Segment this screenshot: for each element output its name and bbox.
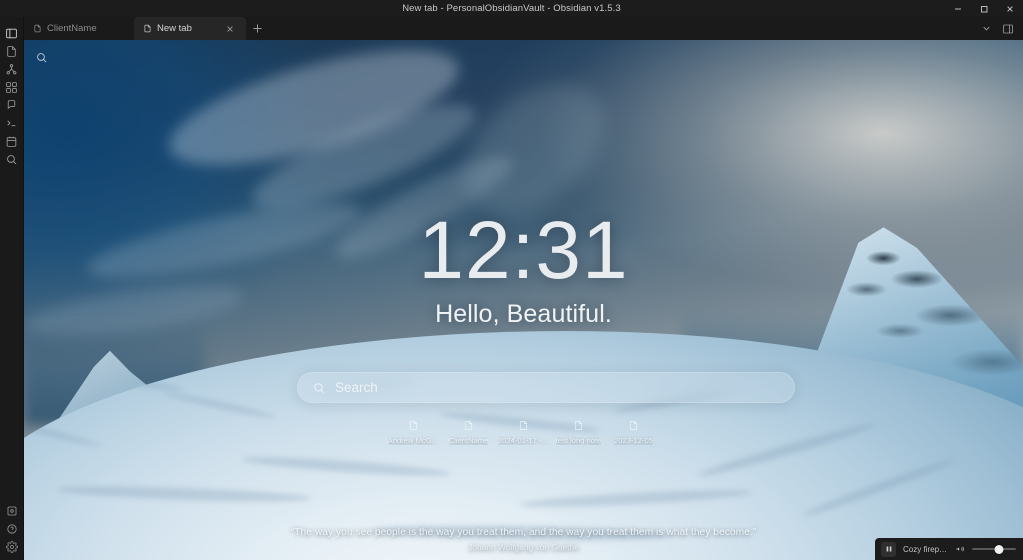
ribbon-item-open-calendar[interactable] [0,132,24,150]
recent-file-item[interactable]: test long note [551,418,606,445]
recent-file-item[interactable]: Andrew McG… [386,418,441,445]
file-icon [573,418,584,433]
close-button[interactable] [997,0,1023,17]
obsidian-window: New tab - PersonalObsidianVault - Obsidi… [0,0,1023,560]
ribbon-bottom-items [0,502,24,560]
ribbon-item-toggle-left-sidebar[interactable] [0,24,24,42]
tab-label: New tab [157,23,192,34]
pause-icon[interactable] [881,541,896,557]
left-ribbon [0,0,24,560]
tab-label: ClientName [47,23,97,34]
volume-slider[interactable] [972,543,1016,555]
player-track-title: Cozy fireplace [903,544,948,554]
search-bar[interactable] [297,372,795,403]
search-icon[interactable] [32,48,50,66]
file-icon [143,24,152,33]
minimize-button[interactable] [945,0,971,17]
recent-files-row: Andrew McG… ClientName 2024-01-17 -… tes… [24,418,1023,445]
recent-file-item[interactable]: 2023-12-05 [606,418,661,445]
file-icon [408,418,419,433]
file-icon [33,24,42,33]
ribbon-item-open-excalidraw[interactable] [0,96,24,114]
recent-file-label: 2023-12-05 [614,436,653,445]
tab-bar: ClientName New tab [24,17,1023,40]
audio-player-widget: Cozy fireplace [875,538,1023,560]
sidebar-right-icon[interactable] [997,17,1019,40]
tab-bar-right-controls [975,17,1023,40]
tab-clientname[interactable]: ClientName [24,17,134,40]
window-title: New tab - PersonalObsidianVault - Obsidi… [402,3,621,14]
search-input[interactable] [335,380,780,395]
recent-file-label: ClientName [448,436,489,445]
ribbon-item-open-search[interactable] [0,150,24,168]
titlebar: New tab - PersonalObsidianVault - Obsidi… [0,0,1023,17]
ribbon-items [0,24,24,168]
chevron-down-icon[interactable] [975,17,997,40]
file-icon [518,418,529,433]
ribbon-item-open-settings[interactable] [0,538,24,556]
homepage-view: 12:31 Hello, Beautiful. Andrew McG… [24,40,1023,560]
search-icon [312,381,326,395]
tab-new-tab[interactable]: New tab [134,17,246,40]
window-controls [945,0,1023,17]
recent-file-label: test long note [555,436,602,445]
new-tab-button[interactable] [246,17,268,40]
recent-file-item[interactable]: 2024-01-17 -… [496,418,551,445]
recent-file-label: Andrew McG… [387,436,440,445]
file-icon [463,418,474,433]
ribbon-item-open-vault-switcher[interactable] [0,502,24,520]
close-icon[interactable] [224,23,236,35]
ribbon-item-open-graph-view[interactable] [0,60,24,78]
file-icon [628,418,639,433]
ribbon-item-new-note[interactable] [0,42,24,60]
volume-knob[interactable] [994,544,1004,554]
maximize-button[interactable] [971,0,997,17]
ribbon-item-open-canvas[interactable] [0,78,24,96]
recent-file-item[interactable]: ClientName [441,418,496,445]
ribbon-item-open-terminal[interactable] [0,114,24,132]
wallpaper-image [24,40,1023,560]
ribbon-item-open-help[interactable] [0,520,24,538]
recent-file-label: 2024-01-17 -… [497,436,550,445]
volume-icon[interactable] [955,544,965,554]
